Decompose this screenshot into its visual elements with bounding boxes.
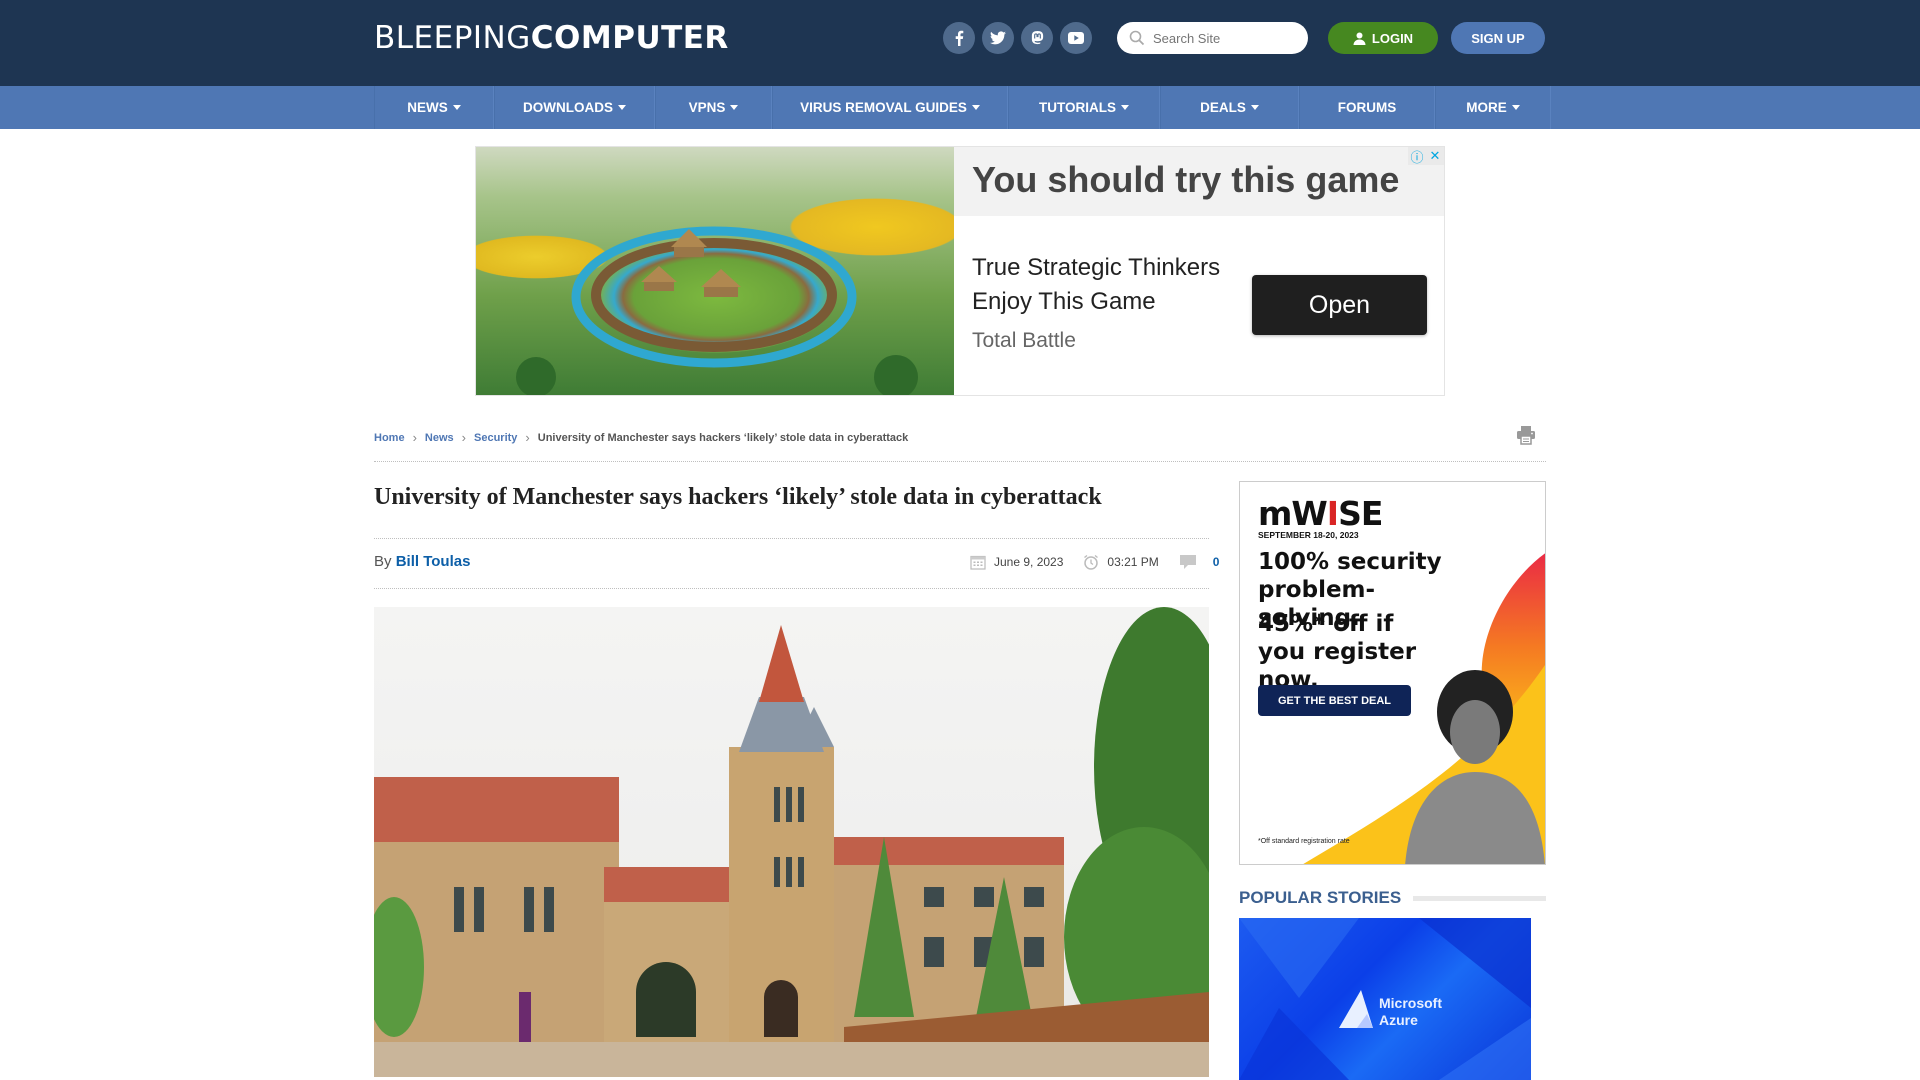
user-icon	[1353, 32, 1366, 45]
login-label: LOGIN	[1371, 30, 1414, 46]
search-input[interactable]	[1153, 30, 1293, 46]
nav-item-vpns[interactable]: VPNS	[655, 86, 772, 129]
caret-down-icon	[1250, 105, 1259, 110]
breadcrumb-current: University of Manchester says hackers ‘l…	[537, 431, 909, 444]
chevron-right-icon: ›	[461, 430, 466, 445]
by-label: By	[374, 553, 392, 570]
ad-open-button[interactable]: Open	[1252, 275, 1427, 335]
breadcrumb-news[interactable]: News	[425, 432, 454, 444]
university-building-illustration	[374, 607, 1209, 1077]
event-date: SEPTEMBER 18-20, 2023	[1258, 530, 1359, 540]
story-image-text: Microsoft	[1379, 995, 1442, 1011]
breadcrumb-divider	[374, 461, 1546, 462]
ad-info-icon[interactable]: ⓘ	[1408, 147, 1426, 165]
story-image-text: Azure	[1379, 1012, 1418, 1028]
signup-label: SIGN UP	[1471, 30, 1525, 46]
mwise-logo: mWISE	[1258, 494, 1383, 533]
ad-close-icon[interactable]: ✕	[1426, 147, 1444, 165]
article-meta: June 9, 2023 03:21 PM 0	[970, 554, 1219, 570]
author-link[interactable]: Bill Toulas	[396, 553, 471, 570]
main-nav: NEWS DOWNLOADS VPNS VIRUS REMOVAL GUIDES…	[0, 86, 1920, 129]
chevron-right-icon: ›	[525, 430, 530, 445]
ad-headline: You should try this game	[972, 159, 1400, 200]
twitter-icon	[990, 31, 1006, 45]
caret-down-icon	[452, 105, 461, 110]
ad-offer: 45%* off if you register now.	[1258, 611, 1417, 693]
mastodon-icon	[1031, 30, 1043, 45]
article-date: June 9, 2023	[994, 555, 1064, 569]
ad-choices[interactable]: ⓘ ✕	[1408, 147, 1444, 165]
nav-item-tutorials[interactable]: TUTORIALS	[1008, 86, 1160, 129]
chevron-right-icon: ›	[412, 430, 417, 445]
caret-down-icon	[971, 105, 980, 110]
caret-down-icon	[618, 105, 626, 110]
search-box[interactable]	[1117, 22, 1308, 54]
nav-label: DOWNLOADS	[523, 100, 613, 115]
heading-rule	[1413, 895, 1546, 901]
article-time: 03:21 PM	[1107, 555, 1159, 569]
ad-brand: Total Battle	[972, 329, 1076, 352]
nav-item-virus-removal-guides[interactable]: VIRUS REMOVAL GUIDES	[772, 86, 1008, 129]
ad-footnote: *Off standard registration rate	[1258, 838, 1350, 845]
twitter-button[interactable]	[982, 22, 1014, 54]
facebook-icon	[955, 30, 964, 46]
comment-icon[interactable]	[1179, 554, 1197, 570]
print-button[interactable]	[1515, 424, 1537, 446]
signup-button[interactable]: SIGN UP	[1451, 22, 1545, 54]
facebook-button[interactable]	[943, 22, 975, 54]
breadcrumb: Home › News › Security › University of M…	[374, 430, 908, 445]
clock-icon	[1083, 554, 1099, 570]
calendar-icon	[970, 554, 986, 570]
article-hero-image	[374, 607, 1209, 1077]
nav-label: VPNS	[688, 100, 726, 115]
popular-stories-heading: POPULAR STORIES	[1239, 888, 1546, 908]
get-best-deal-button[interactable]: GET THE BEST DEAL	[1258, 685, 1411, 716]
nav-label: NEWS	[407, 100, 448, 115]
nav-item-more[interactable]: MORE	[1435, 86, 1551, 129]
logo-part: SE	[1338, 494, 1383, 533]
caret-down-icon	[730, 105, 739, 110]
nav-item-deals[interactable]: DEALS	[1160, 86, 1299, 129]
search-icon	[1129, 30, 1145, 46]
nav-label: TUTORIALS	[1039, 100, 1116, 115]
login-button[interactable]: LOGIN	[1328, 22, 1438, 54]
byline: By Bill Toulas	[374, 553, 470, 570]
sidebar-advertisement[interactable]: mWISE SEPTEMBER 18-20, 2023 100% securit…	[1239, 481, 1546, 865]
meta-divider	[374, 588, 1209, 589]
youtube-button[interactable]	[1060, 22, 1092, 54]
caret-down-icon	[1121, 105, 1129, 110]
top-advertisement[interactable]: You should try this game True Strategic …	[475, 146, 1445, 396]
nav-item-news[interactable]: NEWS	[374, 86, 494, 129]
popular-story-image[interactable]: Microsoft Azure	[1239, 918, 1531, 1080]
popular-stories-title: POPULAR STORIES	[1239, 888, 1402, 907]
logo-bold-text: COMPUTER	[530, 20, 729, 56]
article-title: University of Manchester says hackers ‘l…	[374, 484, 1102, 510]
printer-icon	[1517, 426, 1535, 445]
village-illustration	[516, 226, 918, 395]
logo-part: mW	[1258, 494, 1328, 533]
logo-light-text: BLEEPING	[374, 20, 531, 56]
ad-description: True Strategic Thinkers Enjoy This Game	[972, 254, 1221, 315]
nav-item-forums[interactable]: FORUMS	[1299, 86, 1435, 129]
comment-count[interactable]: 0	[1213, 555, 1220, 569]
breadcrumb-security[interactable]: Security	[474, 432, 517, 444]
youtube-icon	[1068, 32, 1084, 44]
title-divider	[374, 538, 1209, 539]
mastodon-button[interactable]	[1021, 22, 1053, 54]
caret-down-icon	[1511, 105, 1520, 110]
ad-game-image[interactable]	[476, 147, 954, 395]
breadcrumb-home[interactable]: Home	[374, 432, 405, 444]
nav-item-downloads[interactable]: DOWNLOADS	[494, 86, 655, 129]
nav-label: DEALS	[1200, 100, 1246, 115]
nav-label: FORUMS	[1337, 100, 1397, 115]
site-logo[interactable]: BLEEPINGCOMPUTER	[374, 20, 729, 56]
nav-label: VIRUS REMOVAL GUIDES	[800, 100, 967, 115]
nav-label: MORE	[1466, 100, 1507, 115]
logo-part: I	[1326, 494, 1339, 533]
site-header: BLEEPINGCOMPUTER LOGIN SIGN UP	[0, 0, 1920, 86]
azure-story-graphic: Microsoft Azure	[1239, 918, 1531, 1080]
